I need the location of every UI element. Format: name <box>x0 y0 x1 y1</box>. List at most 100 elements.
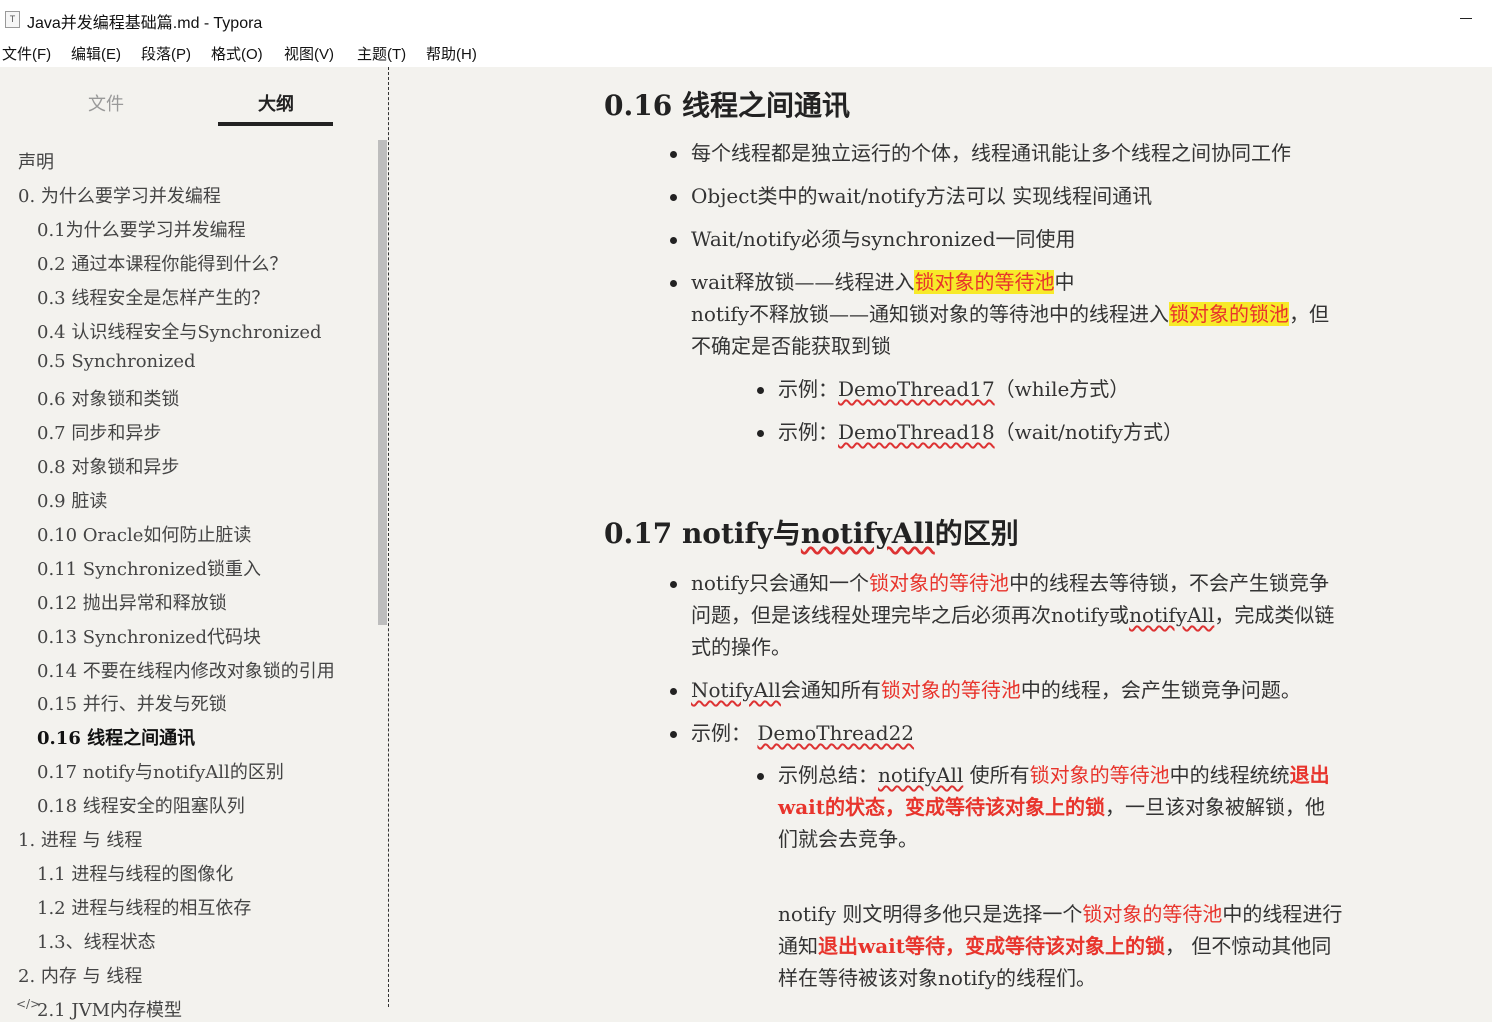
text: 通知 <box>778 934 818 958</box>
list-item: 每个线程都是独立运行的个体，线程通讯能让多个线程之间协同工作 <box>691 141 1291 165</box>
outline-item[interactable]: 0.9 脏读 <box>37 487 107 513</box>
demo-link[interactable]: DemoThread22 <box>757 721 914 745</box>
outline-item[interactable]: 0.10 Oracle如何防止脏读 <box>37 521 251 547</box>
menu-theme[interactable]: 主题(T) <box>357 43 406 64</box>
red-bold-text: 退出 <box>1289 763 1330 787</box>
outline-item[interactable]: 0.17 notify与notifyAll的区别 <box>37 758 284 784</box>
sub-list-item: 示例总结：notifyAll 使所有锁对象的等待池中的线程统统退出 <box>778 759 1330 791</box>
text: （while方式） <box>994 377 1130 401</box>
text: 中的线程，会产生锁竞争问题。 <box>1020 678 1301 702</box>
minimize-button[interactable] <box>1454 7 1476 29</box>
outline-item[interactable]: 0.15 并行、并发与死锁 <box>37 690 227 716</box>
outline-item[interactable]: 1.3、线程状态 <box>37 928 156 954</box>
outline-item[interactable]: 0.1为什么要学习并发编程 <box>37 216 246 242</box>
red-bold-text: 退出wait等待，变成等待该对象上的锁 <box>818 934 1166 958</box>
sub-list-item: 示例：DemoThread18（wait/notify方式） <box>778 416 1183 448</box>
text: notifyAll <box>800 517 935 550</box>
outline-item[interactable]: 0.3 线程安全是怎样产生的？ <box>37 284 269 310</box>
list-bullet <box>757 430 764 437</box>
menu-paragraph[interactable]: 段落(P) <box>141 43 191 64</box>
text: 会通知所有 <box>780 678 881 702</box>
paragraph-line: 通知退出wait等待，变成等待该对象上的锁， 但不惊动其他同 <box>778 930 1331 962</box>
menu-file[interactable]: 文件(F) <box>2 43 51 64</box>
list-item: notify只会通知一个锁对象的等待池中的线程去等待锁，不会产生锁竞争 <box>691 567 1329 599</box>
menu-edit[interactable]: 编辑(E) <box>71 43 121 64</box>
list-item-line: 式的操作。 <box>691 635 791 659</box>
text: ， 但不惊动其他同 <box>1165 934 1332 958</box>
text: 中的线程统统 <box>1169 763 1290 787</box>
sub-list-item: 示例：DemoThread17（while方式） <box>778 373 1129 405</box>
outline-item[interactable]: 0.8 对象锁和异步 <box>37 453 179 479</box>
sidebar: 文件 大纲 声明 0. 为什么要学习并发编程 0.1为什么要学习并发编程 0.2 通过… <box>0 67 389 1021</box>
outline-item[interactable]: 0.14 不要在线程内修改对象锁的引用 <box>37 657 335 683</box>
outline-item[interactable]: 0.16 线程之间通讯 <box>37 724 195 750</box>
outline-item[interactable]: 0.4 认识线程安全与Synchronized <box>37 318 322 344</box>
outline-item[interactable]: 0.6 对象锁和类锁 <box>37 385 179 411</box>
list-bullet <box>757 387 764 394</box>
tab-outline[interactable]: 大纲 <box>258 90 294 116</box>
outline-item[interactable]: 1. 进程 与 线程 <box>18 826 142 852</box>
text: ，但 <box>1289 302 1330 326</box>
outline-item[interactable]: 0. 为什么要学习并发编程 <box>18 182 221 208</box>
text: notify不释放锁——通知锁对象的等待池中的线程进入 <box>691 302 1170 326</box>
demo-link[interactable]: DemoThread17 <box>838 377 995 401</box>
red-text: 锁对象的等待池 <box>880 678 1021 702</box>
text: wait释放锁——线程进入 <box>691 270 915 294</box>
text: 使所有 <box>963 763 1030 787</box>
outline-item[interactable]: 0.12 抛出异常和释放锁 <box>37 589 227 615</box>
outline-item[interactable]: 0.5 Synchronized <box>37 351 196 372</box>
outline-item[interactable]: 0.11 Synchronized锁重入 <box>37 555 261 581</box>
outline-item[interactable]: 2.1 JVM内存模型 <box>37 996 182 1022</box>
outline-item[interactable]: 2. 内存 与 线程 <box>18 962 142 988</box>
highlight: 锁对象的等待池 <box>914 270 1055 294</box>
red-text: 锁对象的等待池 <box>869 571 1010 595</box>
demo-link[interactable]: DemoThread18 <box>838 420 995 444</box>
menu-format[interactable]: 格式(O) <box>211 43 263 64</box>
list-bullet <box>670 237 677 244</box>
menu-help[interactable]: 帮助(H) <box>426 43 477 64</box>
text: notify只会通知一个 <box>691 571 870 595</box>
heading-0-17: 0.17 notify与notifyAll的区别 <box>604 512 1019 552</box>
list-bullet <box>670 688 677 695</box>
text: 示例： <box>691 721 751 745</box>
outline-item[interactable]: 0.2 通过本课程你能得到什么？ <box>37 250 287 276</box>
text: 示例： <box>778 377 838 401</box>
red-text: 锁对象的等待池 <box>1029 763 1170 787</box>
text: NotifyAll <box>691 678 781 702</box>
list-item-line: 问题，但是该线程处理完毕之后必须再次notify或notifyAll，完成类似链 <box>691 599 1334 631</box>
menu-bar: 文件(F) 编辑(E) 段落(P) 格式(O) 视图(V) 主题(T) 帮助(H… <box>0 38 1492 67</box>
list-bullet <box>757 773 764 780</box>
list-bullet <box>670 731 677 738</box>
list-item: Object类中的wait/notify方法可以 实现线程间通讯 <box>691 184 1153 208</box>
heading-0-16: 0.16 线程之间通讯 <box>604 89 850 122</box>
tab-files[interactable]: 文件 <box>88 90 124 116</box>
outline-item[interactable]: 1.1 进程与线程的图像化 <box>37 860 233 886</box>
list-item: NotifyAll会通知所有锁对象的等待池中的线程，会产生锁竞争问题。 <box>691 674 1301 706</box>
list-item-line: notify不释放锁——通知锁对象的等待池中的线程进入锁对象的锁池，但 <box>691 298 1329 330</box>
sub-list-item-line: wait的状态，变成等待该对象上的锁，一旦该对象被解锁，他 <box>778 791 1325 823</box>
text: 示例总结： <box>778 763 878 787</box>
outline-item[interactable]: 声明 <box>18 148 54 174</box>
text: （wait/notify方式） <box>994 420 1183 444</box>
title-bar: T Java并发编程基础篇.md - Typora <box>0 0 1492 38</box>
source-code-mode-icon[interactable]: </> <box>16 997 40 1011</box>
list-item-line: 不确定是否能获取到锁 <box>691 334 891 358</box>
list-bullet <box>670 581 677 588</box>
red-bold-text: wait的状态，变成等待该对象上的锁 <box>778 795 1106 819</box>
editor-content[interactable]: 0.16 线程之间通讯 每个线程都是独立运行的个体，线程通讯能让多个线程之间协同… <box>389 67 1492 1007</box>
menu-view[interactable]: 视图(V) <box>284 43 334 64</box>
outline-item[interactable]: 0.7 同步和异步 <box>37 419 161 445</box>
outline-item[interactable]: 0.18 线程安全的阻塞队列 <box>37 792 245 818</box>
list-item: Wait/notify必须与synchronized一同使用 <box>691 227 1076 251</box>
outline-item[interactable]: 1.2 进程与线程的相互依存 <box>37 894 251 920</box>
sidebar-scrollbar[interactable] <box>378 140 387 625</box>
text: 问题，但是该线程处理完毕之后必须再次notify或 <box>691 603 1130 627</box>
highlight: 锁对象的锁池 <box>1169 302 1290 326</box>
list-item: wait释放锁——线程进入锁对象的等待池中 <box>691 266 1074 298</box>
outline-item[interactable]: 0.13 Synchronized代码块 <box>37 623 261 649</box>
text: 0.17 notify与 <box>604 517 801 550</box>
active-tab-indicator <box>218 122 333 126</box>
text: 中的线程去等待锁，不会产生锁竞争 <box>1009 571 1330 595</box>
text: notify 则文明得多他只是选择一个 <box>778 902 1083 926</box>
sub-list-item-line: 们就会去竞争。 <box>778 827 918 851</box>
